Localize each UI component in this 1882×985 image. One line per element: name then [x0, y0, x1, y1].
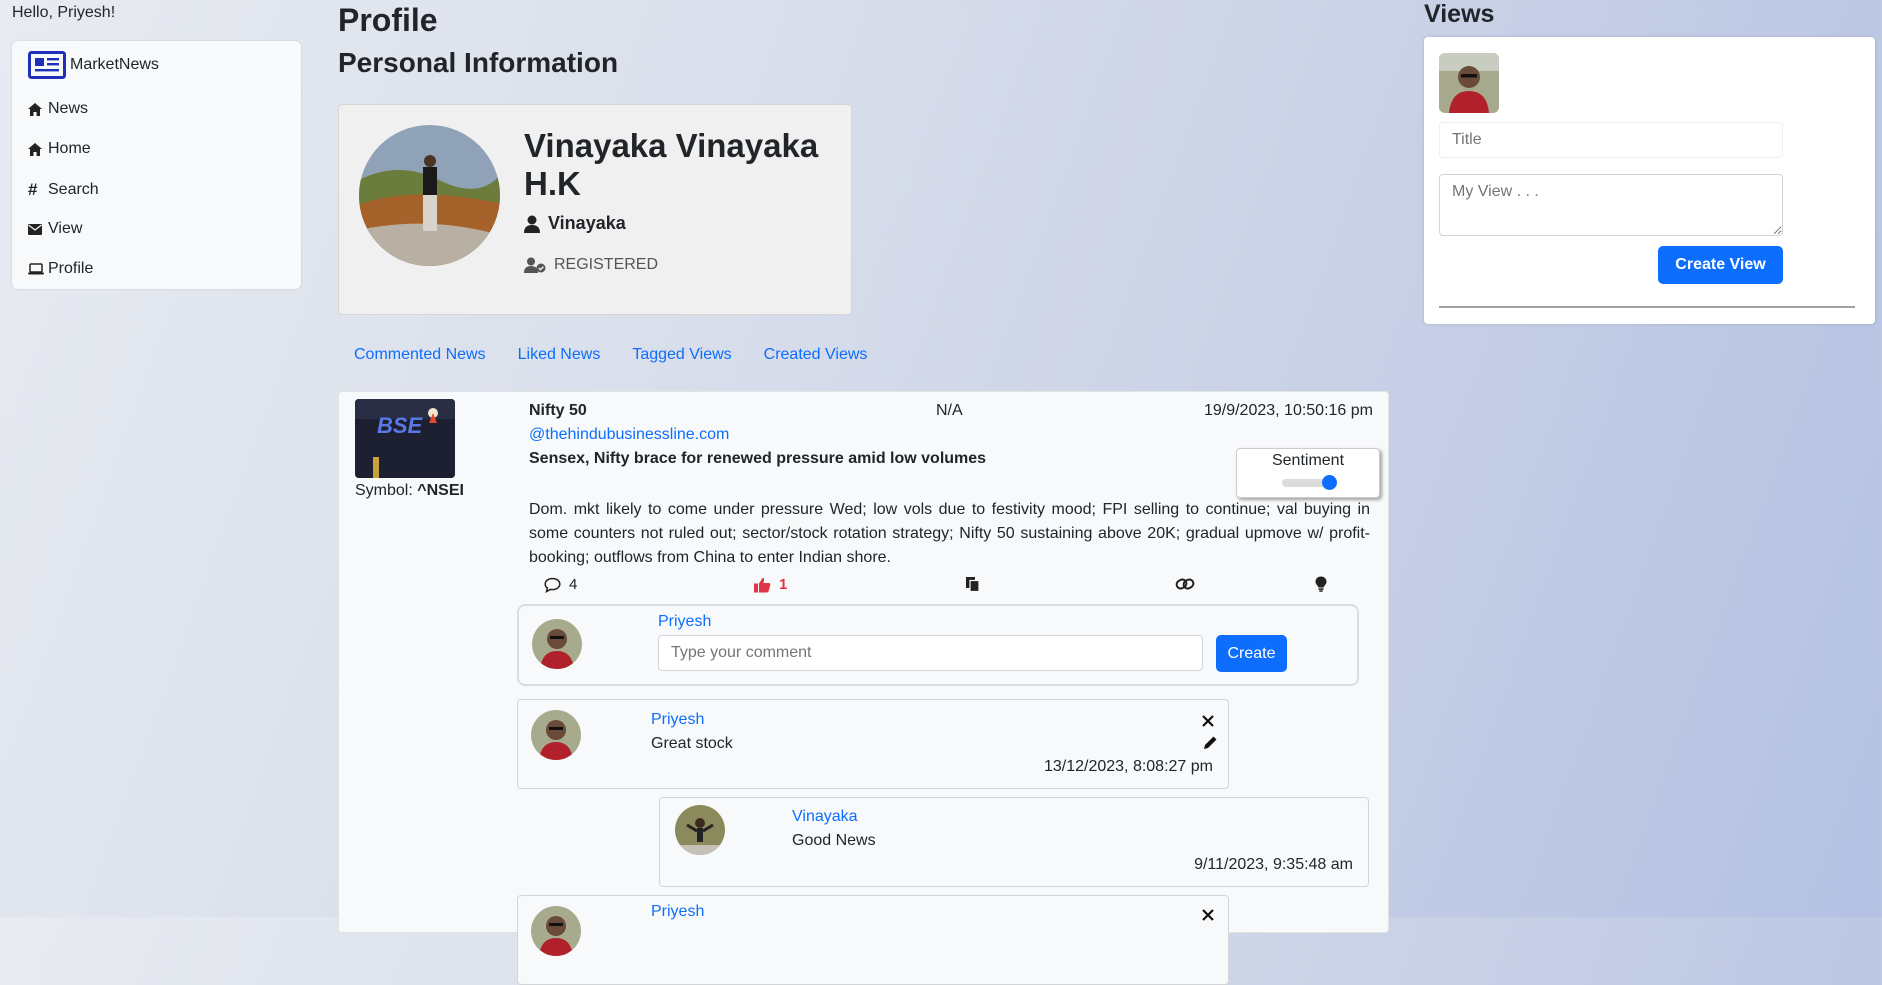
comment-avatar: [675, 805, 725, 855]
brand-name: MarketNews: [70, 56, 159, 73]
delete-comment-button[interactable]: [1202, 711, 1214, 732]
greeting-text: Hello, Priyesh!: [12, 4, 116, 21]
symbol-value: ^NSEI: [417, 482, 464, 499]
profile-full-name: Vinayaka Vinayaka H.K: [524, 127, 819, 202]
views-divider: [1439, 306, 1855, 308]
symbol-label: Symbol:: [355, 482, 413, 499]
pencil-icon: [1204, 736, 1217, 749]
user-icon: [524, 215, 540, 233]
laptop-icon: [28, 263, 46, 275]
sentiment-widget[interactable]: Sentiment: [1236, 448, 1380, 498]
like-button[interactable]: 1: [754, 576, 787, 593]
comment-text: Good News: [792, 832, 876, 849]
profile-status-row: REGISTERED: [524, 256, 658, 274]
sidebar-item-search[interactable]: # Search: [28, 180, 99, 200]
share-link-button[interactable]: [1175, 576, 1195, 592]
sidebar-item-view[interactable]: View: [28, 220, 82, 238]
tab-commented-news[interactable]: Commented News: [338, 346, 502, 364]
news-date: 19/9/2023, 10:50:16 pm: [1203, 402, 1373, 419]
profile-card: Vinayaka Vinayaka H.K Vinayaka REGISTERE…: [338, 104, 852, 315]
symbol-row: Symbol: ^NSEI: [355, 482, 464, 500]
newspaper-icon: [28, 51, 66, 79]
comments-count-button[interactable]: 4: [544, 576, 577, 593]
sidebar-item-label: Profile: [48, 260, 94, 277]
commenter-name[interactable]: Priyesh: [658, 613, 711, 631]
link-icon: [1175, 578, 1195, 590]
sidebar: MarketNews News Home # Search View Profi…: [12, 41, 301, 289]
tab-tagged-views[interactable]: Tagged Views: [616, 346, 747, 364]
hash-icon: #: [28, 180, 38, 199]
comment-author[interactable]: Priyesh: [651, 711, 704, 729]
news-card: BSE Symbol: ^NSEI Nifty 50 N/A 19/9/2023…: [338, 391, 1389, 985]
create-view-button[interactable]: Create View: [1658, 246, 1783, 284]
news-source-link[interactable]: @thehindubusinessline.com: [529, 426, 729, 444]
envelope-icon: [28, 223, 46, 235]
views-avatar: [1439, 53, 1499, 113]
profile-username: Vinayaka: [548, 213, 626, 233]
copy-icon: [966, 577, 980, 592]
close-icon: [1202, 715, 1214, 727]
copy-button[interactable]: [965, 576, 981, 592]
sidebar-item-label: News: [48, 100, 89, 117]
profile-status: REGISTERED: [554, 256, 659, 273]
tab-created-views[interactable]: Created Views: [748, 346, 884, 364]
thumbs-up-icon: [754, 577, 771, 592]
section-title: Personal Information: [338, 47, 619, 78]
comments-count: 4: [569, 576, 578, 593]
sidebar-item-news[interactable]: News: [28, 100, 88, 118]
sidebar-item-label: View: [48, 220, 83, 237]
comment-avatar: [531, 710, 581, 760]
home-icon: [28, 102, 46, 116]
sidebar-item-label: Search: [48, 181, 99, 198]
news-change-value: N/A: [936, 402, 963, 419]
news-thumbnail: BSE: [355, 399, 455, 478]
views-title: Views: [1424, 0, 1495, 28]
create-comment-button[interactable]: Create: [1216, 635, 1287, 672]
page-title: Profile: [338, 2, 438, 38]
comment-text: Great stock: [651, 735, 733, 752]
comment-item: Priyesh Great stock 13/12/2023, 8:08:27 …: [517, 699, 1229, 789]
home-icon: [28, 142, 46, 156]
profile-avatar: [359, 125, 500, 266]
comment-reply: Vinayaka Good News 9/11/2023, 9:35:48 am: [659, 797, 1369, 887]
sentiment-slider-handle[interactable]: [1322, 475, 1337, 490]
sentiment-slider[interactable]: [1282, 475, 1337, 490]
profile-tabs: Commented News Liked News Tagged Views C…: [338, 346, 883, 364]
likes-count: 1: [779, 576, 788, 593]
news-headline: Sensex, Nifty brace for renewed pressure…: [529, 450, 987, 467]
insight-button[interactable]: [1315, 576, 1327, 592]
comment-input[interactable]: [658, 635, 1203, 671]
sidebar-item-home[interactable]: Home: [28, 140, 91, 158]
view-body-textarea[interactable]: [1439, 174, 1783, 236]
comment-item: Priyesh: [517, 895, 1229, 985]
comment-date: 13/12/2023, 8:08:27 pm: [1043, 758, 1213, 775]
comment-author[interactable]: Priyesh: [651, 903, 704, 921]
sidebar-item-label: Home: [48, 140, 91, 157]
tab-liked-news[interactable]: Liked News: [502, 346, 617, 364]
edit-comment-button[interactable]: [1202, 735, 1218, 756]
comment-date: 9/11/2023, 9:35:48 am: [1194, 856, 1353, 873]
close-icon: [1202, 909, 1214, 921]
commenter-avatar: [532, 619, 582, 669]
svg-text:BSE: BSE: [377, 413, 424, 438]
create-view-card: Create View: [1424, 37, 1875, 324]
user-check-icon: [524, 257, 546, 273]
profile-username-row: Vinayaka: [524, 213, 626, 234]
sidebar-item-profile[interactable]: Profile: [28, 260, 93, 278]
delete-comment-button[interactable]: [1202, 905, 1214, 926]
news-body: Dom. mkt likely to come under pressure W…: [529, 501, 1370, 566]
sentiment-label: Sentiment: [1271, 452, 1345, 469]
comment-icon: [544, 577, 561, 593]
new-comment-form: Priyesh Create: [517, 604, 1359, 686]
lightbulb-icon: [1315, 576, 1327, 592]
view-title-input[interactable]: [1439, 122, 1783, 158]
news-symbol-name: Nifty 50: [529, 402, 587, 419]
brand-logo-link[interactable]: MarketNews: [28, 51, 159, 79]
comment-author[interactable]: Vinayaka: [792, 808, 858, 826]
comment-avatar: [531, 906, 581, 956]
